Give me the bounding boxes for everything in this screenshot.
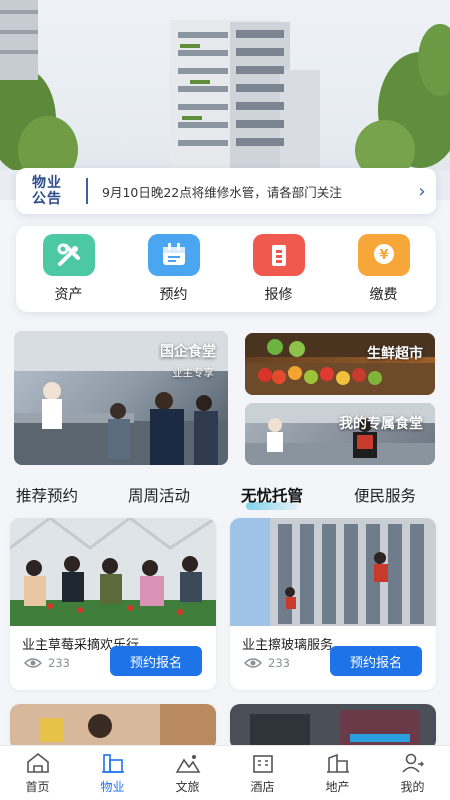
tab-recommended-booking[interactable]: 推荐预约 [16,484,78,506]
feature-canteen[interactable]: 国企食堂 业主专享 [14,331,228,465]
activity-card[interactable] [10,704,216,750]
notice-logo-line2: 公告 [32,191,62,207]
nav-mine[interactable]: 我的 [375,746,450,800]
quick-action-label: 报修 [264,287,293,303]
quick-action-assets[interactable]: 资产 [34,234,104,304]
nav-label: 文旅 [175,780,200,794]
nav-label: 首页 [25,780,50,794]
nav-label: 地产 [325,780,350,794]
book-button[interactable]: 预约报名 [330,646,422,676]
notice-bar[interactable]: 物业 公告 9月10日晚22点将维修水管，请各部门关注 › [16,168,436,214]
quick-action-booking[interactable]: 预约 [139,234,209,304]
feature-canteen-title: 国企食堂 [160,344,216,360]
quick-actions: 资产 预约 报修 ¥ 缴费 [16,226,436,312]
quick-action-label: 资产 [54,287,83,303]
activity-title: 业主擦玻璃服务 [242,638,334,653]
view-count: 233 [24,656,70,670]
feature-market[interactable]: 生鲜超市 [245,333,435,395]
chevron-right-icon[interactable]: › [408,181,436,202]
nav-real-estate[interactable]: 地产 [300,746,375,800]
user-icon [401,753,424,773]
hotel-icon [252,755,273,773]
tab-convenience-services[interactable]: 便民服务 [354,484,416,506]
category-tabs: 推荐预约 周周活动 无忧托管 便民服务 [0,478,450,518]
book-button[interactable]: 预约报名 [110,646,202,676]
nav-hotel[interactable]: 酒店 [225,746,300,800]
tools-icon [42,234,95,276]
mountain-icon [175,755,200,773]
property-icon [101,754,124,773]
real-estate-icon [326,753,349,773]
building-icon [252,234,305,276]
bottom-nav: 首页 物业 文旅 酒店 地产 我的 [0,745,450,800]
eye-icon [24,658,42,668]
notice-divider [86,178,88,204]
kids-activity-photo [10,704,216,750]
shop-activity-photo [230,704,436,750]
nav-culture-travel[interactable]: 文旅 [150,746,225,800]
feature-canteen-subtitle: 业主专享 [172,367,214,379]
nav-home[interactable]: 首页 [0,746,75,800]
svg-text:¥: ¥ [379,248,388,263]
quick-action-label: 缴费 [369,287,398,303]
notice-text: 9月10日晚22点将维修水管，请各部门关注 [102,184,342,200]
view-count-value: 233 [48,656,70,670]
strawberry-picking-photo [10,518,216,626]
activity-card[interactable]: 业主草莓采摘欢乐行 233 预约报名 [10,518,216,690]
quick-action-repair[interactable]: 报修 [244,234,314,304]
notice-logo-line1: 物业 [32,175,62,191]
notice-logo: 物业 公告 [16,168,78,214]
activity-card[interactable]: 业主擦玻璃服务 233 预约报名 [230,518,436,690]
nav-property[interactable]: 物业 [75,746,150,800]
view-count-value: 233 [268,656,290,670]
calendar-icon [147,234,200,276]
tab-weekly-activities[interactable]: 周周活动 [128,484,190,506]
eye-icon [244,658,262,668]
nav-label: 我的 [400,780,425,794]
quick-action-payment[interactable]: ¥ 缴费 [349,234,419,304]
yen-coin-icon: ¥ [357,234,410,276]
nav-label: 酒店 [250,780,275,794]
quick-action-label: 预约 [159,287,188,303]
home-icon [26,752,49,773]
activity-card[interactable] [230,704,436,750]
feature-my-canteen-title: 我的专属食堂 [339,416,423,432]
feature-my-canteen[interactable]: 我的专属食堂 [245,403,435,465]
nav-label: 物业 [100,780,125,794]
view-count: 233 [244,656,290,670]
feature-market-title: 生鲜超市 [367,346,423,362]
window-cleaning-photo [230,518,436,626]
tab-worry-free-care[interactable]: 无忧托管 [241,484,303,506]
